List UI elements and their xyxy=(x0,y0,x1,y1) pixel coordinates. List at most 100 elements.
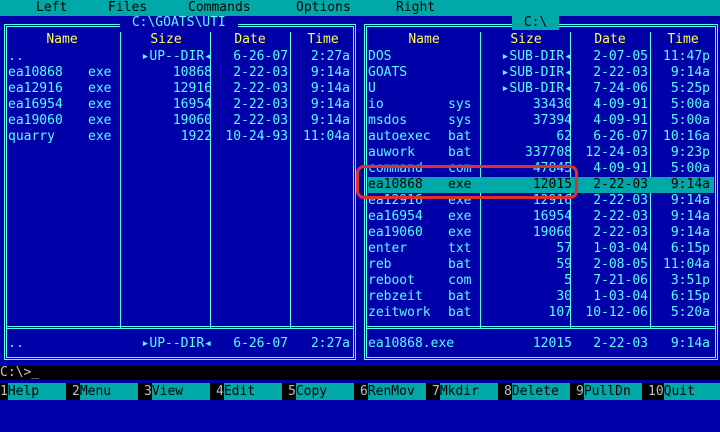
file-name: ea10868 xyxy=(368,177,423,192)
file-size: 16954 xyxy=(172,97,212,112)
fkey-renmov[interactable]: 6RenMov xyxy=(360,383,426,400)
right-file-row[interactable]: enter txt 57 1-03-04 6:15p xyxy=(368,241,714,257)
fkey-edit[interactable]: 4Edit xyxy=(216,383,282,400)
right-panel[interactable]: C:\ Name Size Date Time DOS ▸SUB-DIR◂ 2-07… xyxy=(360,16,720,360)
file-date: 2-08-05 xyxy=(593,257,648,272)
file-ext: sys xyxy=(448,97,472,112)
file-ext: bat xyxy=(448,305,472,320)
left-header-date[interactable]: Date xyxy=(212,32,288,48)
right-file-row[interactable]: U ▸SUB-DIR◂ 7-24-06 5:25p xyxy=(368,81,714,97)
fkey-number: 8 xyxy=(504,383,512,400)
menu-right[interactable]: Right xyxy=(396,0,435,16)
command-line[interactable]: C:\>_ xyxy=(0,366,720,380)
file-size: ▸SUB-DIR◂ xyxy=(501,81,572,96)
right-file-row[interactable]: reb bat 59 2-08-05 11:04a xyxy=(368,257,714,273)
file-name: ea12916 xyxy=(8,81,63,96)
file-ext: exe xyxy=(88,97,112,112)
fkey-view[interactable]: 3View xyxy=(144,383,210,400)
fkey-delete[interactable]: 8Delete xyxy=(504,383,570,400)
right-file-row[interactable]: DOS ▸SUB-DIR◂ 2-07-05 11:47p xyxy=(368,49,714,65)
file-name: zeitwork xyxy=(368,305,431,320)
fkey-menu[interactable]: 2Menu xyxy=(72,383,138,400)
right-file-row[interactable]: ea19060 exe 19060 2-22-03 9:14a xyxy=(368,225,714,241)
file-size: 12916 xyxy=(172,81,212,96)
right-file-row-selected[interactable]: ea10868 exe 12015 2-22-03 9:14a xyxy=(368,177,714,193)
file-name: ea10868 xyxy=(8,65,63,80)
file-size: 19060 xyxy=(172,113,212,128)
left-file-row[interactable]: ea16954 exe 16954 2-22-03 9:14a xyxy=(8,97,354,113)
file-time: 11:04a xyxy=(663,257,710,272)
left-file-row[interactable]: ea12916 exe 12916 2-22-03 9:14a xyxy=(8,81,354,97)
file-name: ea12916 xyxy=(368,193,423,208)
file-size: 37394 xyxy=(532,113,572,128)
left-panel[interactable]: C:\GOATS\UTI Name Size Date Time .. ▸UP--… xyxy=(0,16,360,360)
left-file-row[interactable]: quarry exe 1922 10-24-93 11:04a xyxy=(8,129,354,145)
right-header-time[interactable]: Time xyxy=(652,32,714,48)
menu-bar: Left Files Commands Options Right xyxy=(0,0,720,16)
file-date: 2-22-03 xyxy=(233,65,288,80)
fkey-pulldn[interactable]: 9PullDn xyxy=(576,383,642,400)
file-size: 107 xyxy=(548,305,572,320)
fkey-label: Quit xyxy=(663,383,720,400)
file-date: 12-24-03 xyxy=(585,145,648,160)
right-file-row[interactable]: autoexec bat 62 6-26-07 10:16a xyxy=(368,129,714,145)
file-time: 9:14a xyxy=(310,65,350,80)
menu-files[interactable]: Files xyxy=(108,0,147,16)
file-name: ea16954 xyxy=(368,209,423,224)
file-date: 2-22-03 xyxy=(233,113,288,128)
file-name: quarry xyxy=(8,129,55,144)
file-size: 5 xyxy=(564,273,572,288)
right-file-row[interactable]: ea12916 exe 12916 2-22-03 9:14a xyxy=(368,193,714,209)
left-file-row[interactable]: ea10868 exe 10868 2-22-03 9:14a xyxy=(8,65,354,81)
fkey-label: Mkdir xyxy=(439,383,498,400)
fkey-help[interactable]: 1Help xyxy=(0,383,66,400)
right-header-size[interactable]: Size xyxy=(484,32,568,48)
right-file-row[interactable]: auwork bat 337708 12-24-03 9:23p xyxy=(368,145,714,161)
file-time: 9:14a xyxy=(670,177,710,192)
right-file-row[interactable]: io sys 33430 4-09-91 5:00a xyxy=(368,97,714,113)
fkey-number: 2 xyxy=(72,383,80,400)
left-file-row[interactable]: ea19060 exe 19060 2-22-03 9:14a xyxy=(8,113,354,129)
left-header-name[interactable]: Name xyxy=(8,32,116,48)
file-size: 47845 xyxy=(532,161,572,176)
left-file-row[interactable]: .. ▸UP--DIR◂ 6-26-07 2:27a xyxy=(8,49,354,65)
fkey-mkdir[interactable]: 7Mkdir xyxy=(432,383,498,400)
fkey-number: 10 xyxy=(648,383,664,400)
fkey-copy[interactable]: 5Copy xyxy=(288,383,354,400)
right-status-time: 9:14a xyxy=(670,336,710,351)
menu-commands[interactable]: Commands xyxy=(188,0,251,16)
file-name: reboot xyxy=(368,273,415,288)
file-ext: bat xyxy=(448,289,472,304)
left-header-time[interactable]: Time xyxy=(292,32,354,48)
right-file-row[interactable]: msdos sys 37394 4-09-91 5:00a xyxy=(368,113,714,129)
left-header-size[interactable]: Size xyxy=(124,32,208,48)
file-ext: exe xyxy=(88,65,112,80)
file-date: 6-26-07 xyxy=(233,49,288,64)
right-file-row[interactable]: zeitwork bat 107 10-12-06 5:20a xyxy=(368,305,714,321)
right-header-name[interactable]: Name xyxy=(368,32,480,48)
right-header-date[interactable]: Date xyxy=(572,32,648,48)
file-ext: bat xyxy=(448,257,472,272)
left-status-date: 6-26-07 xyxy=(233,336,288,351)
right-file-row[interactable]: ea16954 exe 16954 2-22-03 9:14a xyxy=(368,209,714,225)
file-ext: exe xyxy=(448,193,472,208)
right-file-row[interactable]: GOATS ▸SUB-DIR◂ 2-22-03 9:14a xyxy=(368,65,714,81)
fkey-quit[interactable]: 10Quit xyxy=(648,383,720,400)
file-time: 9:23p xyxy=(670,145,710,160)
right-file-row[interactable]: command com 47845 4-09-91 5:00a xyxy=(368,161,714,177)
menu-options[interactable]: Options xyxy=(296,0,351,16)
file-ext: bat xyxy=(448,145,472,160)
file-date: 6-26-07 xyxy=(593,129,648,144)
file-date: 2-22-03 xyxy=(593,209,648,224)
file-time: 6:15p xyxy=(670,241,710,256)
right-file-row[interactable]: rebzeit bat 30 1-03-04 6:15p xyxy=(368,289,714,305)
right-status-line: ea10868.exe 12015 2-22-03 9:14a xyxy=(368,336,714,352)
fkey-number: 1 xyxy=(0,383,8,400)
file-size: 33430 xyxy=(532,97,572,112)
right-file-row[interactable]: reboot com 5 7-21-06 3:51p xyxy=(368,273,714,289)
file-name: auwork xyxy=(368,145,415,160)
file-name: U xyxy=(368,81,376,96)
menu-left[interactable]: Left xyxy=(36,0,67,16)
fkey-label: Help xyxy=(7,383,66,400)
file-size: 12916 xyxy=(532,193,572,208)
